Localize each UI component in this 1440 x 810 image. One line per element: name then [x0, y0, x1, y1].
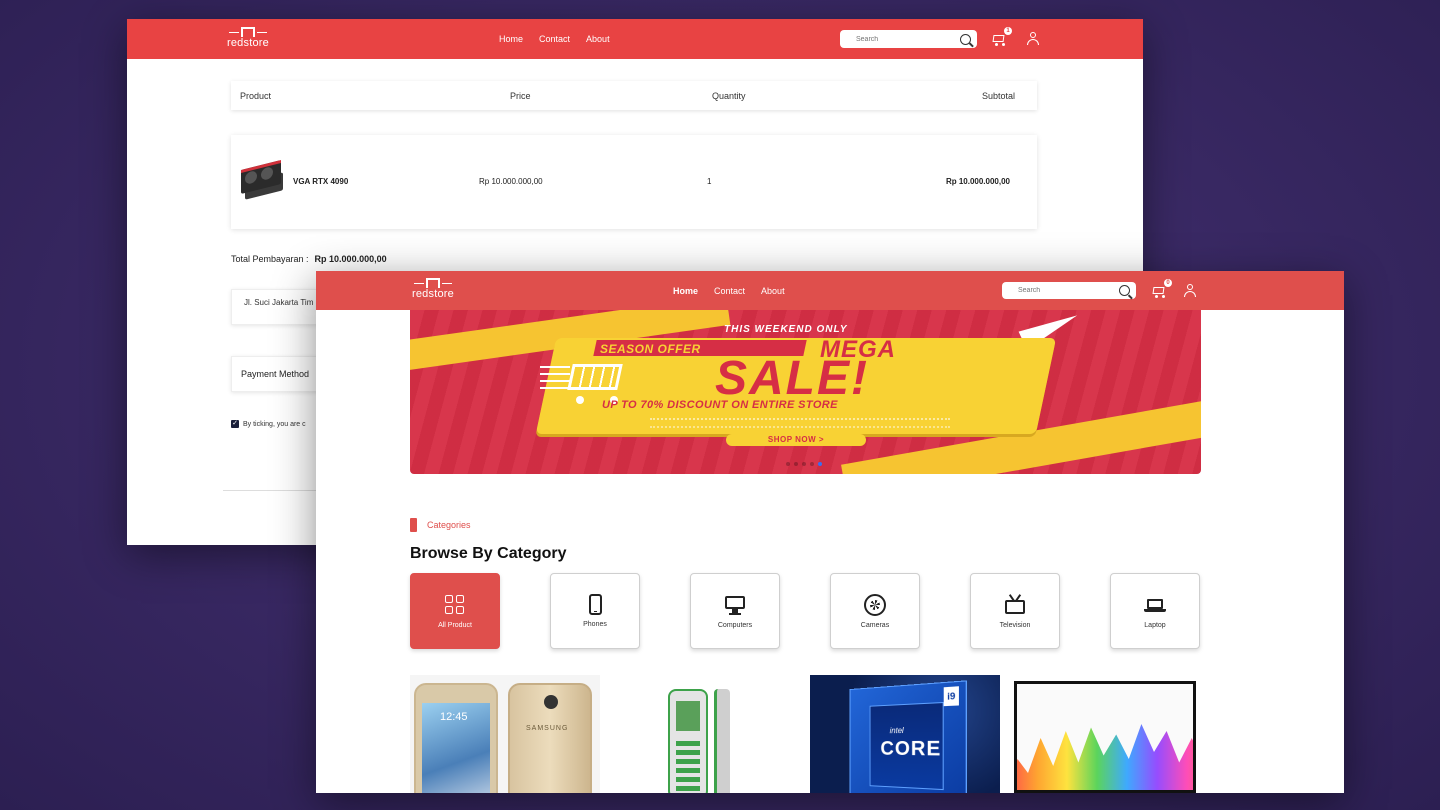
home-navbar: redstore Home Contact About 0 — [316, 271, 1344, 310]
home-window: redstore Home Contact About 0 THIS WEEKE… — [316, 271, 1344, 793]
kicker-marker-icon — [410, 518, 417, 532]
promo-banner[interactable]: THIS WEEKEND ONLY SEASON OFFER MEGA SALE… — [410, 310, 1201, 474]
total-value: Rp 10.000.000,00 — [314, 254, 387, 264]
user-icon[interactable] — [1027, 32, 1039, 45]
product-thumbnail[interactable] — [241, 159, 283, 201]
nav-links: Home Contact About — [499, 34, 610, 44]
search-icon[interactable] — [1119, 285, 1130, 296]
logo[interactable]: redstore — [227, 27, 269, 49]
carousel-dot[interactable] — [810, 462, 814, 466]
col-product: Product — [240, 91, 272, 101]
logo-mark-icon — [228, 27, 267, 37]
checkbox-checked-icon[interactable]: ✓ — [231, 420, 239, 428]
category-label: Laptop — [1144, 621, 1166, 629]
categories-kicker: Categories — [410, 518, 471, 532]
grid-icon — [444, 594, 466, 616]
cart-icon[interactable]: 1 — [991, 27, 1012, 46]
phone-clock-text: 12:45 — [440, 711, 468, 723]
nav-home-link[interactable]: Home — [499, 34, 523, 44]
kicker-label: Categories — [427, 520, 471, 530]
product-quantity[interactable]: 1 — [707, 177, 711, 186]
col-quantity: Quantity — [712, 91, 746, 101]
cpu-model-text: CORE — [880, 737, 942, 761]
product-price: Rp 10.000.000,00 — [479, 177, 543, 186]
col-price: Price — [510, 91, 531, 101]
product-subtotal: Rp 10.000.000,00 — [945, 177, 1010, 186]
carousel-dot-active[interactable] — [818, 462, 822, 466]
terms-checkbox-row[interactable]: ✓ By ticking, you are c — [231, 420, 306, 428]
nav-about-link[interactable]: About — [761, 286, 785, 296]
category-phones[interactable]: Phones — [550, 573, 640, 649]
carousel-dot[interactable] — [794, 462, 798, 466]
nav-about-link[interactable]: About — [586, 34, 610, 44]
banner-discount: UP TO 70% DISCOUNT ON ENTIRE STORE — [602, 399, 838, 411]
logo-text: redstore — [227, 37, 269, 49]
carousel-dot[interactable] — [786, 462, 790, 466]
computer-icon — [724, 594, 746, 616]
product-name[interactable]: VGA RTX 4090 — [293, 177, 348, 186]
category-computers[interactable]: Computers — [690, 573, 780, 649]
nav-contact-link[interactable]: Contact — [714, 286, 745, 296]
search-bar[interactable] — [1002, 282, 1136, 299]
nav-links: Home Contact About — [673, 286, 785, 296]
cpu-brand-text: intel — [889, 726, 904, 736]
cart-navbar: redstore Home Contact About 1 — [127, 19, 1143, 59]
search-bar[interactable] — [840, 30, 977, 48]
user-icon[interactable] — [1184, 284, 1196, 297]
cart-icon[interactable]: 0 — [1151, 279, 1172, 298]
cart-count-badge: 0 — [1164, 279, 1172, 287]
cpu-tier-badge: i9 — [943, 686, 959, 707]
category-television[interactable]: Television — [970, 573, 1060, 649]
carousel-dots — [786, 462, 822, 466]
category-cameras[interactable]: Cameras — [830, 573, 920, 649]
shopping-cart-icon — [540, 358, 630, 404]
product-card-intel-cpu[interactable]: intel CORE i9 — [810, 675, 1000, 793]
payment-method-label: Payment Method — [241, 369, 310, 379]
phone-icon — [588, 594, 602, 615]
cart-table-header: Product Price Quantity Subtotal — [231, 81, 1037, 110]
laptop-icon — [1144, 594, 1166, 616]
nav-contact-link[interactable]: Contact — [539, 34, 570, 44]
banner-fine-print — [650, 418, 950, 428]
category-label: Television — [999, 621, 1031, 629]
banner-top-line: THIS WEEKEND ONLY — [724, 324, 848, 335]
category-laptop[interactable]: Laptop — [1110, 573, 1200, 649]
television-icon — [1004, 593, 1026, 616]
category-grid: All Product Phones Computers Cameras Tel… — [410, 573, 1201, 649]
total-label: Total Pembayaran : — [231, 254, 309, 264]
logo[interactable]: redstore — [412, 278, 454, 300]
category-label: Cameras — [860, 621, 890, 629]
total-payment: Total Pembayaran : Rp 10.000.000,00 — [231, 254, 387, 264]
camera-icon — [864, 593, 886, 616]
logo-text: redstore — [412, 288, 454, 300]
product-card-samsung-phone[interactable]: 12:45 SAMSUNG — [410, 675, 600, 793]
category-label: Phones — [583, 621, 607, 628]
category-label: All Product — [438, 621, 472, 629]
col-subtotal: Subtotal — [981, 91, 1015, 101]
search-icon[interactable] — [960, 33, 971, 45]
banner-tag: SEASON OFFER — [600, 342, 701, 356]
carousel-dot[interactable] — [802, 462, 806, 466]
product-grid: 12:45 SAMSUNG intel CORE i9 — [410, 675, 1201, 793]
category-all-product[interactable]: All Product — [410, 573, 500, 649]
cart-count-badge: 1 — [1004, 27, 1012, 35]
category-label: Computers — [717, 621, 753, 629]
product-card-feature-phone[interactable] — [610, 675, 800, 793]
search-input[interactable] — [856, 35, 946, 43]
logo-mark-icon — [413, 278, 452, 288]
nav-home-link[interactable]: Home — [673, 286, 698, 296]
terms-text: By ticking, you are c — [243, 420, 306, 428]
product-card-television[interactable] — [1010, 675, 1201, 793]
banner-headline-2: SALE! — [715, 352, 869, 405]
address-value: Jl. Suci Jakarta Tim — [244, 298, 314, 307]
section-title: Browse By Category — [410, 545, 567, 562]
phone-brand-text: SAMSUNG — [526, 725, 569, 732]
search-input[interactable] — [1018, 287, 1108, 294]
table-row: VGA RTX 4090 Rp 10.000.000,00 1 Rp 10.00… — [231, 135, 1037, 229]
shop-now-button[interactable]: SHOP NOW > — [726, 434, 866, 446]
